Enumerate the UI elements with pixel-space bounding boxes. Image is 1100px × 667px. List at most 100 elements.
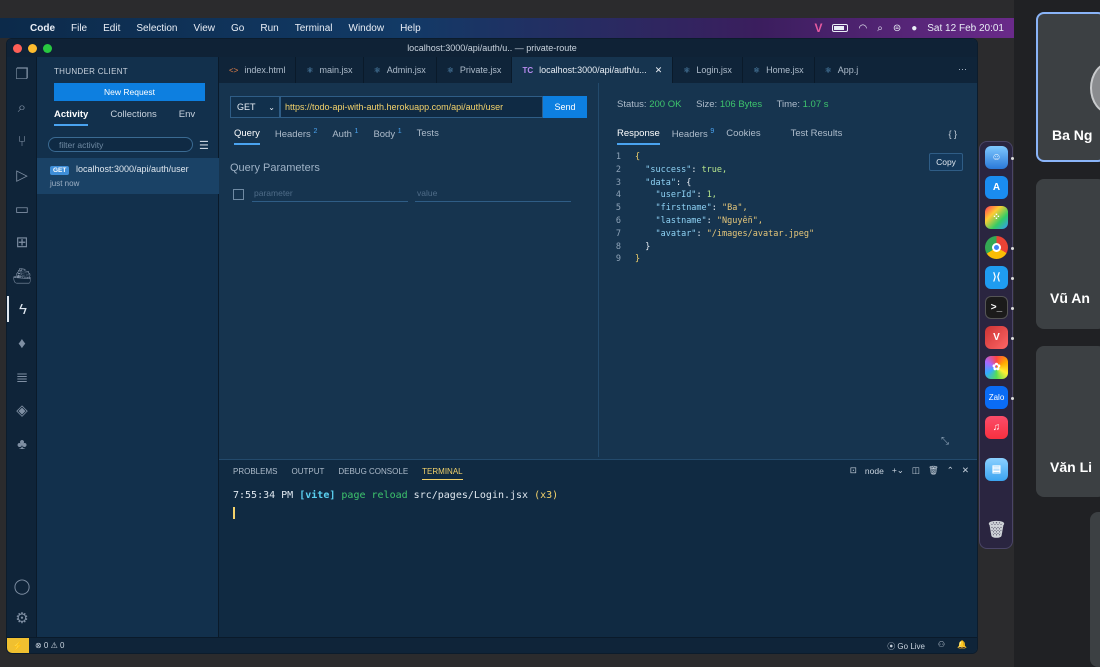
tab-home-jsx[interactable]: ⚛ Home.jsx [743, 57, 815, 83]
problems-indicator[interactable]: ⊗ 0 ⚠ 0 [35, 641, 64, 650]
zalo-icon[interactable]: Zalo [985, 386, 1008, 409]
filter-activity-input[interactable]: filter activity [48, 137, 193, 152]
account-icon[interactable]: ◯ [7, 573, 37, 599]
tab-test-results[interactable]: Test Results [791, 128, 843, 145]
menu-help[interactable]: Help [392, 23, 429, 34]
database-icon[interactable]: ≣ [7, 364, 37, 390]
kill-terminal-icon[interactable]: 🗑 [928, 465, 939, 476]
tab-env[interactable]: Env [179, 109, 195, 126]
tab-admin-jsx[interactable]: ⚛ Admin.jsx [364, 57, 437, 83]
tab-tests[interactable]: Tests [417, 128, 439, 145]
tab-response-headers[interactable]: Headers 9 [672, 128, 714, 145]
maximize-panel-icon[interactable]: ⌃ [947, 465, 954, 476]
url-input[interactable]: https://todo-api-with-auth.herokuapp.com… [280, 96, 543, 118]
docker-icon[interactable]: ⛴ [7, 263, 37, 289]
remote-explorer-icon[interactable]: ▭ [7, 196, 37, 222]
more-actions-icon[interactable]: ⋯ [958, 64, 967, 75]
thunder-client-icon[interactable]: ϟ [7, 296, 37, 322]
go-live-button[interactable]: ⦿ Go Live [887, 641, 925, 652]
trash-icon[interactable]: 🗑 [985, 518, 1008, 541]
control-center-icon[interactable]: ⊜ [893, 23, 901, 34]
vivaldi-icon[interactable]: V [985, 326, 1008, 349]
menu-view[interactable]: View [186, 23, 224, 34]
copy-button[interactable]: Copy [929, 153, 963, 171]
close-tab-icon[interactable]: ✕ [655, 65, 663, 76]
tab-debug-console[interactable]: DEBUG CONSOLE [338, 467, 408, 480]
new-terminal-icon[interactable]: +⌄ [892, 465, 904, 476]
source-control-icon[interactable]: ⑂ [7, 128, 37, 154]
new-request-button[interactable]: New Request [54, 83, 205, 101]
menu-terminal[interactable]: Terminal [287, 23, 341, 34]
vscode-icon[interactable]: ⟩⟨ [985, 266, 1008, 289]
settings-icon[interactable]: ⚙ [7, 605, 37, 631]
send-button[interactable]: Send [543, 96, 587, 118]
format-json-button[interactable]: { } [948, 129, 957, 139]
tab-response[interactable]: Response [617, 128, 660, 145]
app-store-icon[interactable]: A [985, 176, 1008, 199]
menu-selection[interactable]: Selection [128, 23, 185, 34]
tab-activity[interactable]: Activity [54, 109, 89, 126]
tab-collections[interactable]: Collections [110, 109, 156, 126]
menu-run[interactable]: Run [252, 23, 286, 34]
split-terminal-icon[interactable]: ◫ [912, 465, 920, 476]
tab-query[interactable]: Query [234, 128, 260, 145]
search-icon[interactable]: ⌕ [7, 94, 37, 120]
folder-icon[interactable]: ▤ [985, 458, 1008, 481]
notifications-icon[interactable]: 🔔 [957, 640, 967, 649]
tab-login-jsx[interactable]: ⚛ Login.jsx [673, 57, 743, 83]
close-panel-icon[interactable]: ✕ [962, 465, 969, 476]
chrome-icon[interactable] [985, 236, 1008, 259]
tab-index-html[interactable]: <> index.html [219, 57, 297, 83]
explorer-icon[interactable]: ❐ [7, 61, 37, 87]
vivaldi-status-icon[interactable]: V [814, 21, 822, 35]
run-debug-icon[interactable]: ▷ [7, 162, 37, 188]
participant-tile[interactable]: Ba Ng [1036, 12, 1100, 162]
participant-tile[interactable]: Văn Li [1036, 346, 1100, 497]
tab-private-jsx[interactable]: ⚛ Private.jsx [437, 57, 513, 83]
menubar-clock[interactable]: Sat 12 Feb 20:01 [927, 23, 1004, 34]
wifi-icon[interactable]: ◠ [858, 23, 867, 34]
param-checkbox[interactable] [233, 189, 244, 200]
menu-window[interactable]: Window [341, 23, 393, 34]
photos-icon[interactable]: ✿ [985, 356, 1008, 379]
finder-icon[interactable]: ☺ [985, 146, 1008, 169]
html-file-icon: <> [229, 65, 239, 75]
menu-go[interactable]: Go [223, 23, 252, 34]
response-body[interactable]: 1{ 2 "success": true, 3 "data": { 4 "use… [609, 151, 814, 266]
launchpad-icon[interactable]: ⁘ [985, 206, 1008, 229]
tree-icon[interactable]: ♣ [7, 431, 37, 457]
tab-thunder-request[interactable]: TC localhost:3000/api/auth/u... ✕ [512, 57, 674, 83]
activity-item[interactable]: GET localhost:3000/api/auth/user just no… [37, 158, 219, 194]
music-icon[interactable]: ♫ [985, 416, 1008, 439]
feedback-icon[interactable]: ⚇ [938, 640, 945, 649]
parameter-input[interactable]: parameter [252, 186, 408, 202]
menu-edit[interactable]: Edit [95, 23, 128, 34]
tab-body[interactable]: Body 1 [373, 128, 401, 145]
value-input[interactable]: value [415, 186, 571, 202]
battery-icon[interactable] [832, 24, 849, 32]
siri-icon[interactable]: ● [911, 23, 917, 34]
tab-problems[interactable]: PROBLEMS [233, 467, 277, 480]
tab-cookies[interactable]: Cookies [726, 128, 760, 145]
menu-code[interactable]: Code [22, 23, 63, 34]
extensions-icon[interactable]: ⊞ [7, 229, 37, 255]
terminal-output[interactable]: 7:55:34 PM [vite] page reload src/pages/… [233, 490, 558, 501]
participant-tile[interactable] [1090, 512, 1100, 667]
tab-auth[interactable]: Auth 1 [332, 128, 358, 145]
terminal-shell-name[interactable]: node [865, 466, 884, 476]
tab-terminal[interactable]: TERMINAL [422, 467, 463, 480]
tab-headers[interactable]: Headers 2 [275, 128, 317, 145]
tab-output[interactable]: OUTPUT [291, 467, 324, 480]
expand-icon[interactable]: ⤡ [941, 436, 949, 447]
mongodb-icon[interactable]: ♦ [7, 330, 37, 356]
tab-main-jsx[interactable]: ⚛ main.jsx [296, 57, 364, 83]
method-select[interactable]: GET ⌄ [230, 96, 280, 118]
layers-icon[interactable]: ◈ [7, 397, 37, 423]
menu-file[interactable]: File [63, 23, 95, 34]
remote-indicator-icon[interactable]: ⚡ [7, 638, 29, 653]
tab-app-jsx[interactable]: ⚛ App.j [815, 57, 869, 83]
spotlight-icon[interactable]: ⌕ [877, 23, 883, 34]
filter-menu-icon[interactable]: ☰ [199, 139, 209, 152]
participant-tile[interactable]: Vũ An [1036, 179, 1100, 329]
terminal-icon[interactable]: >_ [985, 296, 1008, 319]
